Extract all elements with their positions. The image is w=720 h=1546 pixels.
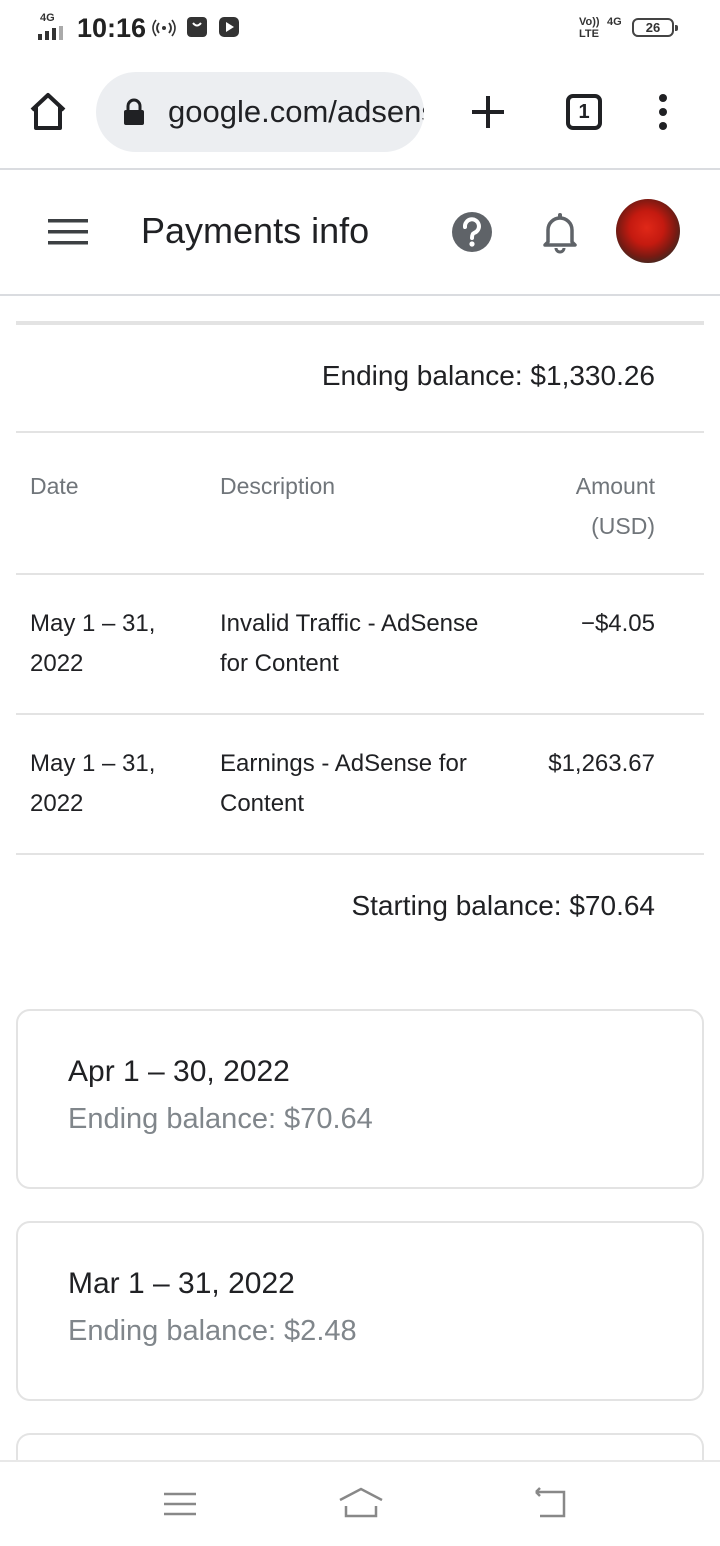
period-ending-balance: Ending balance: $2.48 <box>68 1315 357 1347</box>
avatar[interactable] <box>616 199 680 263</box>
row-date-line1: May 1 – 31, <box>30 750 156 777</box>
row-amount: −$4.05 <box>580 610 655 637</box>
url-text[interactable]: google.com/adsense <box>168 94 424 130</box>
home-nav-icon[interactable] <box>338 1484 384 1524</box>
period-range: Apr 1 – 30, 2022 <box>68 1055 290 1088</box>
row-date-line2: 2022 <box>30 790 84 817</box>
row-date: May 1 – 31, 2022 <box>30 604 155 684</box>
divider <box>16 573 704 575</box>
youtube-icon <box>219 17 239 37</box>
volte-indicator: Vo)) LTE <box>579 16 600 40</box>
starting-balance: Starting balance: $70.64 <box>351 890 655 921</box>
period-card-apr-2022[interactable]: Apr 1 – 30, 2022 Ending balance: $70.64 <box>16 1009 704 1189</box>
help-icon[interactable] <box>450 210 494 254</box>
signal-icon <box>38 26 63 40</box>
shopping-bag-icon <box>187 17 207 37</box>
battery-icon: 26 <box>632 18 678 37</box>
row-date-line1: May 1 – 31, <box>30 610 156 637</box>
clock: 10:16 <box>77 13 147 43</box>
column-header-amount: Amount (USD) <box>576 466 655 546</box>
row-description: Earnings - AdSense for Content <box>220 744 467 824</box>
divider <box>16 431 704 433</box>
tab-switcher-button[interactable]: 1 <box>566 94 602 130</box>
row-amount: $1,263.67 <box>548 750 655 777</box>
page-title: Payments info <box>141 210 370 251</box>
amount-header-line2: (USD) <box>591 513 655 539</box>
recent-apps-icon[interactable] <box>160 1484 200 1524</box>
row-date-line2: 2022 <box>30 650 84 677</box>
row-description-line1: Earnings - AdSense for <box>220 750 467 777</box>
app-header: Payments info <box>0 170 720 296</box>
hotspot-icon <box>152 19 176 37</box>
divider <box>16 853 704 855</box>
menu-icon[interactable] <box>48 218 88 246</box>
row-date: May 1 – 31, 2022 <box>30 744 155 824</box>
back-icon[interactable] <box>530 1484 570 1524</box>
network-type: 4G <box>40 12 55 24</box>
row-description-line1: Invalid Traffic - AdSense <box>220 610 479 637</box>
amount-header-line1: Amount <box>575 473 655 499</box>
browser-toolbar: google.com/adsense 1 <box>0 58 720 170</box>
system-navigation-bar <box>0 1460 720 1546</box>
row-description-line2: Content <box>220 790 305 817</box>
divider <box>16 713 704 715</box>
home-icon[interactable] <box>26 90 70 134</box>
new-tab-icon[interactable] <box>466 90 510 134</box>
address-bar[interactable]: google.com/adsense <box>96 72 424 152</box>
row-description: Invalid Traffic - AdSense for Content <box>220 604 478 684</box>
status-bar: 4G 10:16 Vo)) LTE 4G 26 <box>0 0 720 58</box>
period-card-mar-2022[interactable]: Mar 1 – 31, 2022 Ending balance: $2.48 <box>16 1221 704 1401</box>
row-description-line2: for Content <box>220 650 339 677</box>
network-type-right: 4G <box>607 16 622 28</box>
period-range: Mar 1 – 31, 2022 <box>68 1267 295 1300</box>
section-divider <box>16 321 704 325</box>
ending-balance: Ending balance: $1,330.26 <box>321 360 655 391</box>
column-header-description: Description <box>220 473 336 499</box>
notifications-icon[interactable] <box>538 208 582 254</box>
more-options-icon[interactable] <box>650 90 676 134</box>
column-header-date: Date <box>30 473 79 499</box>
lock-icon <box>124 98 144 125</box>
period-ending-balance: Ending balance: $70.64 <box>68 1103 373 1135</box>
